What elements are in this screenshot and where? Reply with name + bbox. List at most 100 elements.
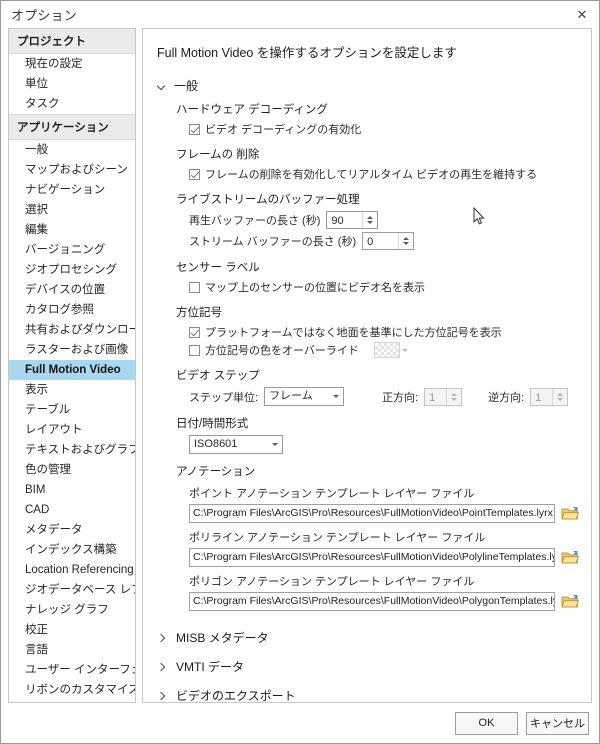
sidebar-item-display[interactable]: 表示 bbox=[9, 380, 135, 400]
sidebar-item-text-and-graphics[interactable]: テキストおよびグラフィックス bbox=[9, 440, 135, 460]
forward-step-label: 正方向: bbox=[382, 391, 419, 404]
checkbox-icon[interactable] bbox=[189, 168, 200, 180]
cancel-button[interactable]: キャンセル bbox=[526, 711, 589, 735]
checkbox-icon[interactable] bbox=[189, 326, 200, 338]
content-inner: Full Motion Video を操作するオプションを設定します 一般 ハー… bbox=[143, 29, 591, 702]
enable-video-decoding-label: ビデオ デコーディングの有効化 bbox=[205, 124, 362, 136]
sidebar-item-customize-ribbon[interactable]: リボンのカスタマイズ bbox=[9, 680, 135, 700]
sidebar-item-knowledge-graph[interactable]: ナレッジ グラフ bbox=[9, 600, 135, 620]
datetime-format-value: ISO8601 bbox=[194, 438, 238, 450]
sidebar-item-language[interactable]: 言語 bbox=[9, 640, 135, 660]
playback-buffer-stepper[interactable]: 90 bbox=[326, 211, 379, 229]
playback-buffer-value[interactable]: 90 bbox=[327, 212, 362, 228]
folder-open-icon[interactable] bbox=[561, 594, 580, 610]
polyline-template-input[interactable]: C:\Program Files\ArcGIS\Pro\Resources\Fu… bbox=[189, 548, 555, 567]
sidebar-item-map-and-scene[interactable]: マップおよびシーン bbox=[9, 160, 135, 180]
stream-buffer-label: ストリーム バッファーの長さ (秒) bbox=[189, 236, 357, 248]
polyline-template-label: ポリライン アノテーション テンプレート レイヤー ファイル bbox=[189, 532, 486, 544]
sidebar-item-cad[interactable]: CAD bbox=[9, 500, 135, 520]
sidebar-item-user-interface[interactable]: ユーザー インターフェイス bbox=[9, 660, 135, 680]
sidebar-item-versioning[interactable]: バージョニング bbox=[9, 240, 135, 260]
video-step-row: ステップ単位: フレーム 正方向: 1 逆方向: 1 bbox=[176, 387, 579, 406]
chevron-down-icon[interactable] bbox=[268, 443, 282, 446]
sidebar-item-selection[interactable]: 選択 bbox=[9, 200, 135, 220]
sidebar-item-location-referencing[interactable]: Location Referencing bbox=[9, 560, 135, 580]
sidebar-item-geodatabase-replication[interactable]: ジオデータベース レプリケーション bbox=[9, 580, 135, 600]
point-template-label: ポイント アノテーション テンプレート レイヤー ファイル bbox=[189, 488, 475, 500]
sidebar-item-navigation[interactable]: ナビゲーション bbox=[9, 180, 135, 200]
point-template-input[interactable]: C:\Program Files\ArcGIS\Pro\Resources\Fu… bbox=[189, 504, 555, 523]
sidebar-item-indexing[interactable]: インデックス構築 bbox=[9, 540, 135, 560]
stream-buffer-stepper[interactable]: 0 bbox=[362, 232, 415, 250]
north-arrow-color-picker[interactable] bbox=[373, 342, 408, 358]
section-misb-metadata[interactable]: MISB メタデータ bbox=[157, 623, 579, 652]
enable-frame-drop-label: フレームの削除を有効化してリアルタイム ビデオの再生を維持する bbox=[205, 169, 538, 181]
checkbox-icon[interactable] bbox=[189, 281, 200, 293]
sidebar-item-catalog-browsing[interactable]: カタログ参照 bbox=[9, 300, 135, 320]
sidebar-item-units[interactable]: 単位 bbox=[9, 74, 135, 94]
sidebar-item-proofing[interactable]: 校正 bbox=[9, 620, 135, 640]
datetime-format-dropdown[interactable]: ISO8601 bbox=[189, 435, 283, 454]
section-vmti-data-label: VMTI データ bbox=[176, 660, 244, 674]
transparent-swatch-icon[interactable] bbox=[373, 342, 400, 358]
section-general-header[interactable]: 一般 bbox=[157, 77, 579, 94]
title-bar: オプション ✕ bbox=[1, 1, 599, 28]
ok-button[interactable]: OK bbox=[455, 711, 518, 735]
folder-open-icon[interactable] bbox=[561, 506, 580, 522]
dialog-body: プロジェクト 現在の設定 単位 タスク アプリケーション 一般 マップおよびシー… bbox=[1, 28, 599, 703]
chevron-down-icon[interactable] bbox=[403, 242, 410, 245]
checkbox-icon[interactable] bbox=[189, 123, 200, 135]
polygon-template-input[interactable]: C:\Program Files\ArcGIS\Pro\Resources\Fu… bbox=[189, 592, 555, 611]
forward-step-stepper[interactable]: 1 bbox=[424, 387, 463, 406]
checkbox-icon[interactable] bbox=[189, 344, 200, 356]
options-content-panel: Full Motion Video を操作するオプションを設定します 一般 ハー… bbox=[142, 28, 592, 703]
chevron-up-icon[interactable] bbox=[367, 216, 374, 219]
section-vmti-data[interactable]: VMTI データ bbox=[157, 652, 579, 681]
stream-buffer-value[interactable]: 0 bbox=[363, 233, 398, 249]
chevron-down-icon[interactable] bbox=[401, 348, 408, 352]
sidebar-item-color-management[interactable]: 色の管理 bbox=[9, 460, 135, 480]
live-buffer-heading: ライブストリームのバッファー処理 bbox=[176, 194, 360, 206]
sensor-label-heading: センサー ラベル bbox=[176, 262, 260, 274]
sidebar-item-device-location[interactable]: デバイスの位置 bbox=[9, 280, 135, 300]
chevron-up-icon[interactable] bbox=[451, 392, 458, 396]
sidebar-item-raster-and-imagery[interactable]: ラスターおよび画像 bbox=[9, 340, 135, 360]
folder-open-icon[interactable] bbox=[561, 550, 580, 566]
stream-buffer-spin-buttons[interactable] bbox=[398, 233, 413, 249]
override-north-color-label: 方位記号の色をオーバーライド bbox=[205, 345, 359, 357]
chevron-up-icon[interactable] bbox=[557, 392, 564, 396]
override-north-color-checkbox-row[interactable]: 方位記号の色をオーバーライド bbox=[176, 342, 579, 358]
show-video-name-checkbox-row[interactable]: マップ上のセンサーの位置にビデオ名を表示 bbox=[176, 279, 579, 295]
sidebar-item-metadata[interactable]: メタデータ bbox=[9, 520, 135, 540]
enable-frame-drop-checkbox-row[interactable]: フレームの削除を有効化してリアルタイム ビデオの再生を維持する bbox=[176, 166, 579, 182]
section-video-export[interactable]: ビデオのエクスポート bbox=[157, 681, 579, 702]
sidebar-item-full-motion-video[interactable]: Full Motion Video bbox=[9, 360, 135, 380]
ground-relative-north-checkbox-row[interactable]: プラットフォームではなく地面を基準にした方位記号を表示 bbox=[176, 324, 579, 340]
sidebar-item-geoprocessing[interactable]: ジオプロセシング bbox=[9, 260, 135, 280]
chevron-down-icon[interactable] bbox=[329, 395, 343, 398]
sidebar-item-share-and-download[interactable]: 共有およびダウンロード bbox=[9, 320, 135, 340]
close-icon[interactable]: ✕ bbox=[565, 2, 599, 28]
playback-buffer-spin-buttons[interactable] bbox=[362, 212, 377, 228]
sidebar-item-bim[interactable]: BIM bbox=[9, 480, 135, 500]
chevron-down-icon[interactable] bbox=[367, 221, 374, 224]
sidebar-item-current-settings[interactable]: 現在の設定 bbox=[9, 54, 135, 74]
backward-step-spin-buttons[interactable] bbox=[552, 388, 567, 405]
enable-video-decoding-checkbox-row[interactable]: ビデオ デコーディングの有効化 bbox=[176, 121, 579, 137]
sidebar-item-editing[interactable]: 編集 bbox=[9, 220, 135, 240]
chevron-down-icon[interactable] bbox=[557, 397, 564, 401]
sidebar-item-tasks[interactable]: タスク bbox=[9, 94, 135, 114]
options-sidebar[interactable]: プロジェクト 現在の設定 単位 タスク アプリケーション 一般 マップおよびシー… bbox=[8, 28, 136, 703]
sidebar-item-table[interactable]: テーブル bbox=[9, 400, 135, 420]
step-unit-dropdown[interactable]: フレーム bbox=[264, 387, 345, 406]
hardware-decoding-heading: ハードウェア デコーディング bbox=[176, 104, 328, 116]
chevron-down-icon bbox=[157, 81, 167, 91]
chevron-up-icon[interactable] bbox=[403, 237, 410, 240]
sidebar-item-general[interactable]: 一般 bbox=[9, 140, 135, 160]
forward-step-value: 1 bbox=[429, 391, 436, 404]
backward-step-stepper[interactable]: 1 bbox=[530, 387, 569, 406]
forward-step-spin-buttons[interactable] bbox=[446, 388, 461, 405]
sidebar-item-layout[interactable]: レイアウト bbox=[9, 420, 135, 440]
chevron-down-icon[interactable] bbox=[451, 397, 458, 401]
window-title: オプション bbox=[11, 8, 78, 23]
